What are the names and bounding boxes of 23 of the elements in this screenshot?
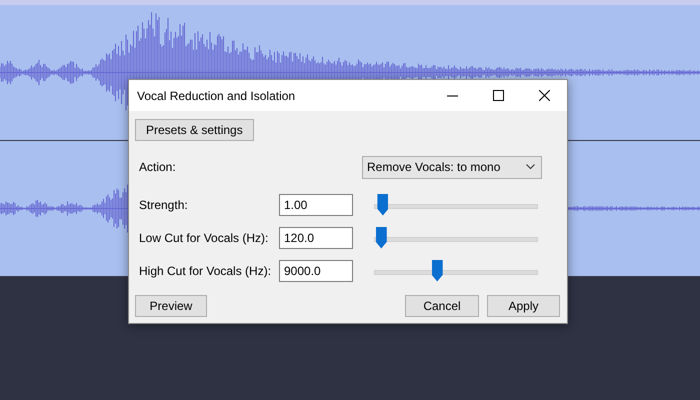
action-dropdown[interactable]: Remove Vocals: to mono bbox=[362, 156, 542, 178]
presets-button[interactable]: Presets & settings bbox=[135, 119, 254, 141]
slider-track[interactable] bbox=[371, 194, 541, 216]
parameter-field[interactable]: 120.0 bbox=[279, 226, 353, 248]
slider-track[interactable] bbox=[371, 226, 541, 248]
window-title: Vocal Reduction and Isolation bbox=[137, 88, 296, 102]
parameter-label: Strength: bbox=[138, 198, 189, 212]
cancel-button[interactable]: Cancel bbox=[405, 295, 479, 317]
apply-button[interactable]: Apply bbox=[487, 295, 560, 317]
minimize-icon bbox=[446, 94, 458, 96]
maximize-icon bbox=[492, 90, 504, 101]
preview-button[interactable]: Preview bbox=[135, 295, 207, 317]
slider-track[interactable] bbox=[371, 260, 541, 282]
parameter-field[interactable]: 1.00 bbox=[279, 194, 353, 216]
slider-thumb[interactable] bbox=[376, 226, 387, 248]
parameter-label: Low Cut for Vocals (Hz): bbox=[138, 230, 270, 244]
slider-thumb[interactable] bbox=[432, 260, 443, 282]
chevron-icon bbox=[526, 164, 535, 170]
slider-thumb[interactable] bbox=[377, 194, 388, 216]
parameter-label: High Cut for Vocals (Hz): bbox=[138, 264, 272, 278]
action-label: Action: bbox=[138, 160, 177, 174]
parameter-field[interactable]: 9000.0 bbox=[279, 260, 353, 282]
close-icon bbox=[538, 90, 550, 101]
